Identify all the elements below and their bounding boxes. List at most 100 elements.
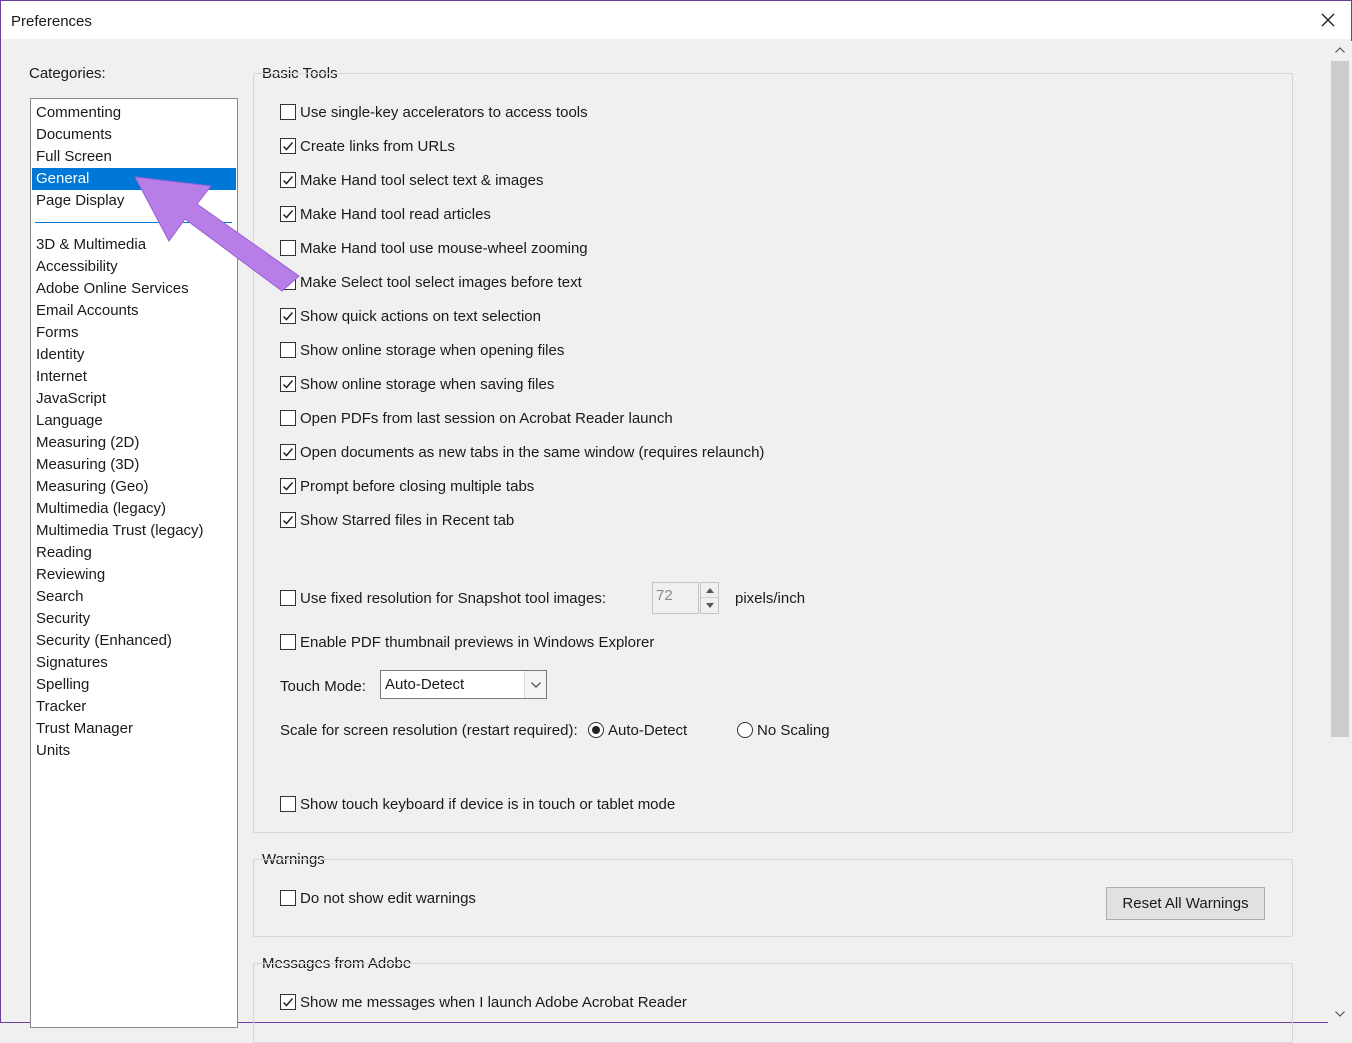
basic-tools-option[interactable]: Show online storage when saving files	[280, 374, 554, 394]
basic-tools-option[interactable]: Show online storage when opening files	[280, 340, 564, 360]
chevron-down-icon	[705, 603, 714, 608]
option-checkbox[interactable]	[280, 206, 296, 222]
category-item[interactable]: Spelling	[32, 674, 236, 696]
category-item[interactable]: Reviewing	[32, 564, 236, 586]
option-checkbox[interactable]	[280, 512, 296, 528]
category-item[interactable]: 3D & Multimedia	[32, 234, 236, 256]
checkmark-icon	[282, 516, 294, 525]
basic-tools-option[interactable]: Make Select tool select images before te…	[280, 272, 582, 292]
window-title: Preferences	[11, 13, 92, 30]
option-checkbox[interactable]	[280, 342, 296, 358]
scroll-up-button[interactable]	[1328, 41, 1352, 59]
option-checkbox[interactable]	[280, 376, 296, 392]
option-checkbox[interactable]	[280, 444, 296, 460]
category-separator	[35, 222, 232, 223]
category-item[interactable]: Search	[32, 586, 236, 608]
scroll-thumb[interactable]	[1331, 61, 1349, 737]
scale-auto-detect-radio[interactable]	[588, 722, 604, 738]
edit-warnings-label: Do not show edit warnings	[300, 889, 476, 907]
basic-tools-option[interactable]: Show Starred files in Recent tab	[280, 510, 514, 530]
title-bar: Preferences	[1, 1, 1351, 39]
edit-warnings-option[interactable]: Do not show edit warnings	[280, 888, 476, 908]
spin-down-button[interactable]	[701, 598, 718, 613]
option-checkbox[interactable]	[280, 138, 296, 154]
category-item[interactable]: Measuring (Geo)	[32, 476, 236, 498]
category-item[interactable]: Units	[32, 740, 236, 762]
scale-label: Scale for screen resolution (restart req…	[280, 722, 578, 739]
edit-warnings-checkbox[interactable]	[280, 890, 296, 906]
touch-mode-dropdown-button[interactable]	[524, 671, 546, 698]
category-item[interactable]: Adobe Online Services	[32, 278, 236, 300]
category-item[interactable]: Security (Enhanced)	[32, 630, 236, 652]
category-item[interactable]: Identity	[32, 344, 236, 366]
category-item[interactable]: Full Screen	[32, 146, 236, 168]
option-label: Make Select tool select images before te…	[300, 273, 582, 291]
adobe-messages-checkbox[interactable]	[280, 994, 296, 1010]
option-label: Show online storage when saving files	[300, 375, 555, 393]
thumbnail-preview-option[interactable]: Enable PDF thumbnail previews in Windows…	[280, 632, 654, 652]
category-item[interactable]: Tracker	[32, 696, 236, 718]
category-item[interactable]: Measuring (2D)	[32, 432, 236, 454]
category-item[interactable]: General	[32, 168, 236, 190]
category-item[interactable]: Security	[32, 608, 236, 630]
adobe-messages-label: Show me messages when I launch Adobe Acr…	[300, 993, 687, 1011]
option-label: Show online storage when opening files	[300, 341, 565, 359]
option-checkbox[interactable]	[280, 274, 296, 290]
category-item[interactable]: Internet	[32, 366, 236, 388]
vertical-scrollbar[interactable]	[1328, 41, 1352, 1023]
basic-tools-option[interactable]: Make Hand tool use mouse-wheel zooming	[280, 238, 588, 258]
category-item[interactable]: Email Accounts	[32, 300, 236, 322]
basic-tools-option[interactable]: Open PDFs from last session on Acrobat R…	[280, 408, 673, 428]
option-checkbox[interactable]	[280, 410, 296, 426]
category-item[interactable]: Multimedia (legacy)	[32, 498, 236, 520]
thumbnail-preview-checkbox[interactable]	[280, 634, 296, 650]
basic-tools-option[interactable]: Use single-key accelerators to access to…	[280, 102, 588, 122]
resolution-field[interactable]: 72	[652, 582, 699, 614]
scale-no-scaling-radio[interactable]	[737, 722, 753, 738]
category-item[interactable]: Reading	[32, 542, 236, 564]
category-item[interactable]: Language	[32, 410, 236, 432]
category-item[interactable]: JavaScript	[32, 388, 236, 410]
snapshot-resolution-option[interactable]: Use fixed resolution for Snapshot tool i…	[280, 588, 606, 608]
basic-tools-option[interactable]: Make Hand tool select text & images	[280, 170, 543, 190]
category-item[interactable]: Trust Manager	[32, 718, 236, 740]
reset-all-warnings-button[interactable]: Reset All Warnings	[1106, 887, 1265, 920]
option-checkbox[interactable]	[280, 172, 296, 188]
option-checkbox[interactable]	[280, 104, 296, 120]
category-item[interactable]: Signatures	[32, 652, 236, 674]
checkmark-icon	[282, 142, 294, 151]
option-checkbox[interactable]	[280, 308, 296, 324]
category-item[interactable]: Measuring (3D)	[32, 454, 236, 476]
categories-label: Categories:	[29, 65, 106, 82]
resolution-spinner[interactable]: 72	[652, 582, 719, 614]
scale-no-scaling-option[interactable]: No Scaling	[737, 720, 830, 740]
option-label: Make Hand tool use mouse-wheel zooming	[300, 239, 588, 257]
category-item[interactable]: Page Display	[32, 190, 236, 212]
spin-up-button[interactable]	[701, 583, 718, 598]
category-item[interactable]: Forms	[32, 322, 236, 344]
basic-tools-option[interactable]: Show quick actions on text selection	[280, 306, 541, 326]
option-label: Show quick actions on text selection	[300, 307, 541, 325]
basic-tools-option[interactable]: Make Hand tool read articles	[280, 204, 491, 224]
option-checkbox[interactable]	[280, 478, 296, 494]
category-item[interactable]: Multimedia Trust (legacy)	[32, 520, 236, 542]
basic-tools-option[interactable]: Open documents as new tabs in the same w…	[280, 442, 764, 462]
close-button[interactable]	[1313, 5, 1343, 35]
category-item[interactable]: Commenting	[32, 102, 236, 124]
category-item[interactable]: Documents	[32, 124, 236, 146]
checkmark-icon	[282, 312, 294, 321]
category-item[interactable]: Accessibility	[32, 256, 236, 278]
basic-tools-option[interactable]: Prompt before closing multiple tabs	[280, 476, 534, 496]
snapshot-resolution-checkbox[interactable]	[280, 590, 296, 606]
scale-auto-detect-option[interactable]: Auto-Detect	[588, 720, 687, 740]
checkmark-icon	[282, 998, 294, 1007]
categories-list[interactable]: Commenting Documents Full Screen General Pag…	[30, 98, 238, 1028]
touch-keyboard-option[interactable]: Show touch keyboard if device is in touc…	[280, 794, 675, 814]
basic-tools-option[interactable]: Create links from URLs	[280, 136, 455, 156]
checkmark-icon	[282, 482, 294, 491]
touch-keyboard-checkbox[interactable]	[280, 796, 296, 812]
touch-mode-select[interactable]: Auto-Detect	[380, 670, 547, 699]
adobe-messages-option[interactable]: Show me messages when I launch Adobe Acr…	[280, 992, 687, 1012]
scroll-down-button[interactable]	[1328, 1005, 1352, 1023]
option-checkbox[interactable]	[280, 240, 296, 256]
